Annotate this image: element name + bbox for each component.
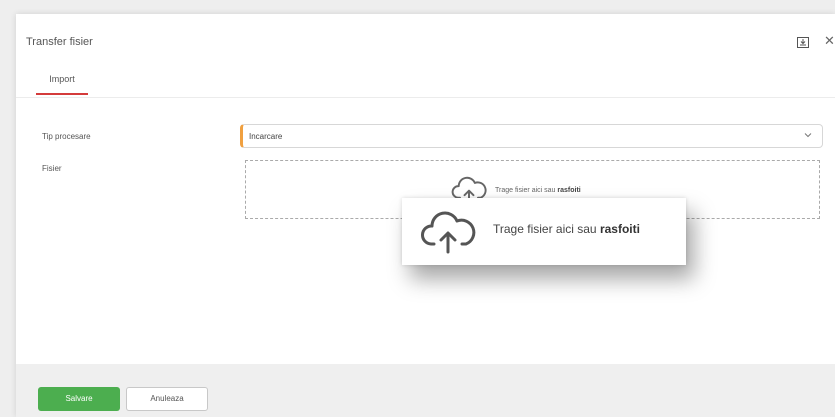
tip-procesare-label: Tip procesare (42, 132, 91, 141)
tip-procesare-select[interactable]: Incarcare (240, 124, 823, 148)
dialog-footer: Salvare Anuleaza (16, 364, 835, 417)
save-button[interactable]: Salvare (38, 387, 120, 411)
callout-browse-link[interactable]: rasfoiti (600, 222, 640, 236)
cloud-upload-icon (421, 211, 476, 254)
dropzone-text: Trage fisier aici sau rasfoiti (495, 186, 581, 194)
chevron-down-icon (804, 133, 812, 138)
tip-procesare-value: Incarcare (249, 132, 283, 141)
browse-link[interactable]: rasfoiti (557, 187, 580, 194)
dropzone-zoom-callout: Trage fisier aici sau rasfoiti (402, 198, 686, 265)
tabs-divider (16, 97, 835, 98)
dialog-title: Transfer fisier (26, 36, 93, 48)
fisier-label: Fisier (42, 164, 62, 173)
close-icon[interactable]: ✕ (824, 34, 835, 48)
callout-text: Trage fisier aici sau rasfoiti (493, 222, 640, 236)
tab-import[interactable]: Import (36, 74, 88, 84)
cancel-button[interactable]: Anuleaza (126, 387, 208, 411)
active-tab-indicator (36, 93, 88, 95)
export-icon[interactable] (797, 37, 809, 48)
